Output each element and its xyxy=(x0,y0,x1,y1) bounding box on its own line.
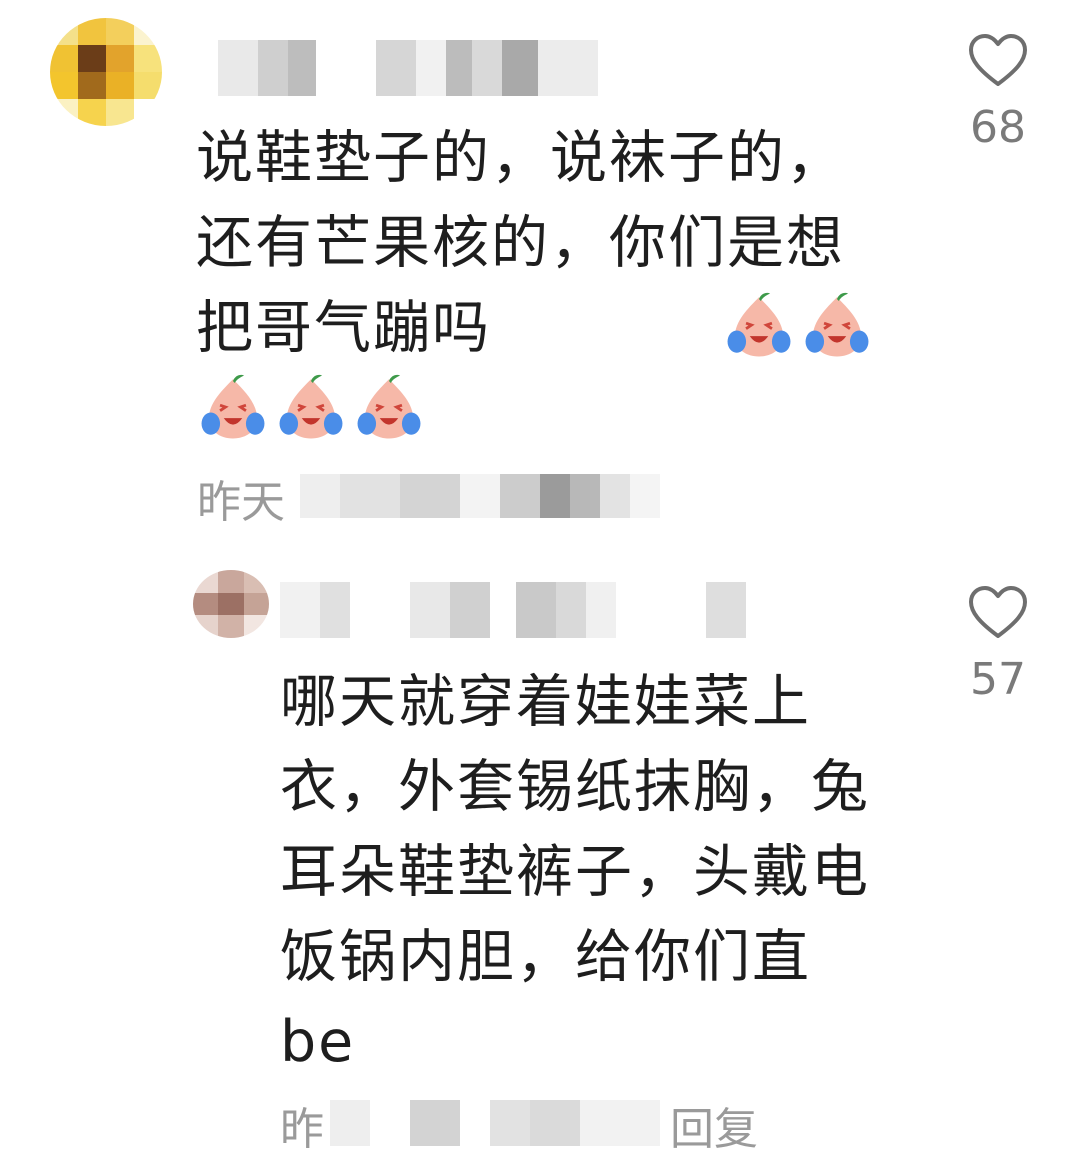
like-count: 68 xyxy=(970,102,1026,153)
crying-laughing-peach-icon xyxy=(279,374,343,439)
reply-button[interactable]: 回复 xyxy=(670,1093,758,1157)
comment-text: 哪天就穿着娃娃菜上衣，外套锡纸抹胸，兔耳朵鞋垫裤子，头戴电饭锅内胆，给你们直be xyxy=(280,669,870,1075)
emoji-row xyxy=(722,288,874,362)
like-button[interactable]: 68 xyxy=(948,32,1048,153)
username-blurred[interactable] xyxy=(218,40,598,96)
like-button[interactable]: 57 xyxy=(948,584,1048,705)
crying-laughing-peach-icon xyxy=(805,292,869,357)
user-avatar[interactable] xyxy=(193,570,269,638)
like-count: 57 xyxy=(970,654,1026,705)
emoji-row xyxy=(196,370,426,444)
heart-outline-icon xyxy=(969,34,1027,86)
username-blurred[interactable] xyxy=(280,582,810,638)
timestamp: 昨天 xyxy=(197,477,285,528)
heart-outline-icon xyxy=(969,586,1027,638)
meta-blurred xyxy=(330,1100,660,1146)
crying-laughing-peach-icon xyxy=(727,292,791,357)
crying-laughing-peach-icon xyxy=(357,374,421,439)
crying-laughing-peach-icon xyxy=(201,374,265,439)
comment-meta: 昨天 xyxy=(197,466,285,530)
timestamp: 昨 xyxy=(280,1104,324,1155)
meta-blurred xyxy=(300,474,700,518)
comment-meta: 昨 xyxy=(280,1093,324,1157)
user-avatar[interactable] xyxy=(50,18,162,126)
